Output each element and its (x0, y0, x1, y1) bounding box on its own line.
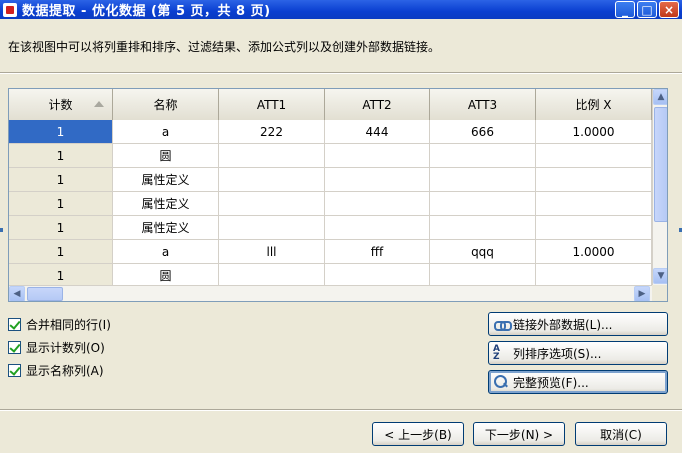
horizontal-scroll-thumb[interactable] (27, 287, 63, 301)
cell-count[interactable]: 1 (9, 192, 113, 215)
cell-count[interactable]: 1 (9, 144, 113, 167)
show-count-column-label: 显示计数列(O) (26, 341, 105, 355)
show-name-column-checkbox[interactable] (8, 364, 21, 377)
title-bar: 数据提取 - 优化数据 (第 5 页，共 8 页) _ □ × (0, 0, 682, 19)
cell-att2[interactable] (325, 192, 430, 215)
cell-count[interactable]: 1 (9, 240, 113, 263)
divider-top (0, 72, 682, 74)
divider-bottom (0, 409, 682, 411)
cell-att2[interactable] (325, 168, 430, 191)
cell-scale-x[interactable]: 1.0000 (536, 120, 652, 143)
cell-att1[interactable] (219, 144, 325, 167)
back-button[interactable]: < 上一步(B) (372, 422, 464, 446)
grid-rows: 1 a 222 444 666 1.0000 1 圆 1 属性定义 1 属性定义 (9, 120, 652, 288)
cell-count[interactable]: 1 (9, 168, 113, 191)
window-title: 数据提取 - 优化数据 (第 5 页，共 8 页) (22, 4, 271, 19)
data-grid[interactable]: 计数 名称 ATT1 ATT2 ATT3 比例 X 1 a 222 444 66… (8, 88, 668, 302)
table-row[interactable]: 1 a lll fff qqq 1.0000 (9, 240, 652, 264)
cell-scale-x[interactable]: 1.0000 (536, 240, 652, 263)
table-row[interactable]: 1 圆 (9, 144, 652, 168)
close-button[interactable]: × (659, 1, 679, 18)
cell-name[interactable]: 圆 (113, 144, 219, 167)
vertical-scrollbar[interactable]: ▲ ▼ (652, 89, 667, 285)
page-description: 在该视图中可以将列重排和排序、过滤结果、添加公式列以及创建外部数据链接。 (8, 40, 441, 54)
next-button[interactable]: 下一步(N) > (473, 422, 565, 446)
horizontal-scrollbar[interactable]: ◀ ▶ (9, 285, 652, 301)
cell-scale-x[interactable] (536, 144, 652, 167)
cell-name[interactable]: 属性定义 (113, 168, 219, 191)
cell-att3[interactable] (430, 144, 536, 167)
cell-att1[interactable]: 222 (219, 120, 325, 143)
cell-att1[interactable] (219, 216, 325, 239)
column-sort-options-button[interactable]: A Z 列排序选项(S)... (488, 341, 668, 365)
column-header-scale-x[interactable]: 比例 X (536, 89, 652, 120)
combine-identical-rows-option[interactable]: 合并相同的行(I) (8, 313, 111, 336)
side-actions: 链接外部数据(L)... A Z 列排序选项(S)... 完整预览(F)... (488, 312, 668, 399)
cell-att3[interactable] (430, 264, 536, 287)
cell-count[interactable]: 1 (9, 216, 113, 239)
link-icon (493, 316, 512, 332)
column-header-att1[interactable]: ATT1 (219, 89, 325, 120)
table-row[interactable]: 1 a 222 444 666 1.0000 (9, 120, 652, 144)
cell-att3[interactable] (430, 168, 536, 191)
show-count-column-option[interactable]: 显示计数列(O) (8, 336, 111, 359)
cancel-button[interactable]: 取消(C) (575, 422, 667, 446)
cell-name[interactable]: 属性定义 (113, 216, 219, 239)
maximize-button[interactable]: □ (637, 1, 657, 18)
scrollbar-corner (652, 285, 667, 301)
cell-att3[interactable] (430, 216, 536, 239)
combine-identical-rows-checkbox[interactable] (8, 318, 21, 331)
cell-att1[interactable]: lll (219, 240, 325, 263)
cell-scale-x[interactable] (536, 264, 652, 287)
cell-att1[interactable] (219, 264, 325, 287)
magnifier-icon (493, 374, 509, 390)
show-name-column-option[interactable]: 显示名称列(A) (8, 359, 111, 382)
cell-name[interactable]: a (113, 120, 219, 143)
cell-att3[interactable]: qqq (430, 240, 536, 263)
cell-name[interactable]: 圆 (113, 264, 219, 287)
sort-az-icon: A Z (493, 344, 500, 362)
left-edge-marker (0, 228, 3, 232)
show-name-column-label: 显示名称列(A) (26, 364, 104, 378)
show-count-column-checkbox[interactable] (8, 341, 21, 354)
cell-att2[interactable]: fff (325, 240, 430, 263)
cell-att2[interactable] (325, 216, 430, 239)
grid-header: 计数 名称 ATT1 ATT2 ATT3 比例 X (9, 89, 652, 120)
cell-name[interactable]: 属性定义 (113, 192, 219, 215)
column-header-count[interactable]: 计数 (9, 89, 113, 120)
column-header-name[interactable]: 名称 (113, 89, 219, 120)
full-preview-button[interactable]: 完整预览(F)... (488, 370, 668, 394)
options-group: 合并相同的行(I) 显示计数列(O) 显示名称列(A) (8, 313, 111, 382)
cell-scale-x[interactable] (536, 216, 652, 239)
cell-att3[interactable] (430, 192, 536, 215)
column-header-att3[interactable]: ATT3 (430, 89, 536, 120)
app-icon (3, 2, 17, 17)
cell-att2[interactable] (325, 264, 430, 287)
cell-scale-x[interactable] (536, 192, 652, 215)
column-header-att2[interactable]: ATT2 (325, 89, 430, 120)
cell-att3[interactable]: 666 (430, 120, 536, 143)
cell-count[interactable]: 1 (9, 120, 113, 143)
cell-count[interactable]: 1 (9, 264, 113, 287)
cell-scale-x[interactable] (536, 168, 652, 191)
table-row[interactable]: 1 属性定义 (9, 216, 652, 240)
scroll-right-button[interactable]: ▶ (634, 286, 650, 301)
table-row[interactable]: 1 属性定义 (9, 168, 652, 192)
minimize-button[interactable]: _ (615, 1, 635, 18)
vertical-scroll-thumb[interactable] (654, 107, 667, 222)
combine-identical-rows-label: 合并相同的行(I) (26, 318, 111, 332)
cell-att2[interactable] (325, 144, 430, 167)
scroll-left-button[interactable]: ◀ (9, 286, 25, 301)
cell-att1[interactable] (219, 192, 325, 215)
scroll-up-button[interactable]: ▲ (653, 89, 667, 105)
sort-ascending-icon (94, 101, 104, 107)
link-external-data-button[interactable]: 链接外部数据(L)... (488, 312, 668, 336)
cell-name[interactable]: a (113, 240, 219, 263)
cell-att2[interactable]: 444 (325, 120, 430, 143)
cell-att1[interactable] (219, 168, 325, 191)
table-row[interactable]: 1 属性定义 (9, 192, 652, 216)
scroll-down-button[interactable]: ▼ (653, 268, 667, 284)
